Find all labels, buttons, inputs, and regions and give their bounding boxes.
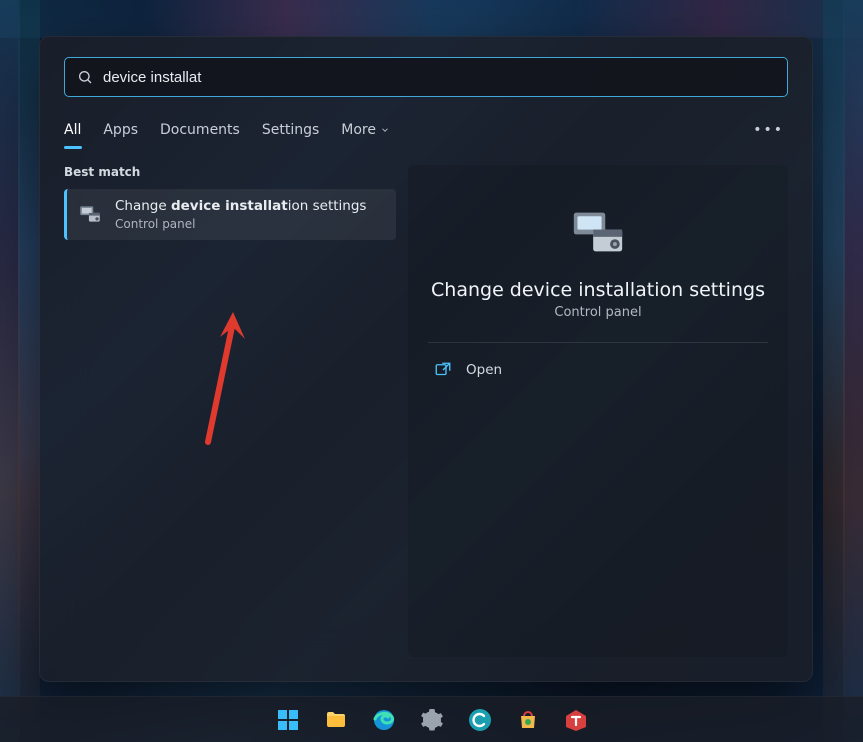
tab-more-label: More	[341, 122, 376, 138]
folder-icon	[324, 708, 348, 732]
devices-printers-icon	[569, 203, 627, 261]
result-detail-pane: Change device installation settings Cont…	[408, 165, 788, 657]
tab-all[interactable]: All	[64, 120, 81, 140]
letter-c-icon	[468, 708, 492, 732]
detail-subtitle: Control panel	[554, 305, 641, 320]
result-title: Change device installation settings	[115, 198, 366, 216]
open-icon	[434, 361, 452, 379]
start-search-panel: All Apps Documents Settings More ••• Bes…	[39, 36, 813, 682]
action-open-label: Open	[466, 362, 502, 378]
wallpaper-top-strip	[0, 0, 863, 38]
settings-button[interactable]	[412, 700, 452, 740]
file-explorer-button[interactable]	[316, 700, 356, 740]
start-button[interactable]	[268, 700, 308, 740]
tab-apps[interactable]: Apps	[103, 120, 138, 140]
wallpaper-strip	[843, 0, 863, 742]
edge-button[interactable]	[364, 700, 404, 740]
result-change-device-installation-settings[interactable]: Change device installation settings Cont…	[64, 189, 396, 240]
app-t-button[interactable]	[556, 700, 596, 740]
search-icon	[77, 69, 93, 85]
taskbar	[0, 696, 863, 742]
search-box[interactable]	[64, 57, 788, 97]
more-options-button[interactable]: •••	[749, 120, 788, 140]
app-misc-button[interactable]	[508, 700, 548, 740]
devices-printers-icon	[77, 201, 103, 227]
tab-more[interactable]: More	[341, 120, 390, 140]
windows-logo-icon	[276, 708, 300, 732]
tab-settings[interactable]: Settings	[262, 120, 319, 140]
action-open[interactable]: Open	[428, 353, 768, 387]
search-input[interactable]	[103, 69, 775, 86]
result-subtitle: Control panel	[115, 217, 366, 231]
results-column: Best match Change device installation se…	[64, 165, 396, 657]
bag-icon	[516, 708, 540, 732]
separator	[428, 342, 768, 343]
chevron-down-icon	[380, 125, 390, 135]
best-match-heading: Best match	[64, 165, 396, 179]
wallpaper-strip	[0, 0, 20, 742]
wallpaper-strip	[18, 0, 40, 742]
app-c-button[interactable]	[460, 700, 500, 740]
detail-title: Change device installation settings	[431, 279, 765, 301]
result-text: Change device installation settings Cont…	[115, 198, 366, 231]
search-filter-tabs: All Apps Documents Settings More •••	[64, 115, 788, 145]
tab-documents[interactable]: Documents	[160, 120, 240, 140]
gear-icon	[420, 708, 444, 732]
wallpaper-strip	[823, 0, 845, 742]
letter-t-icon	[564, 708, 588, 732]
edge-icon	[372, 708, 396, 732]
